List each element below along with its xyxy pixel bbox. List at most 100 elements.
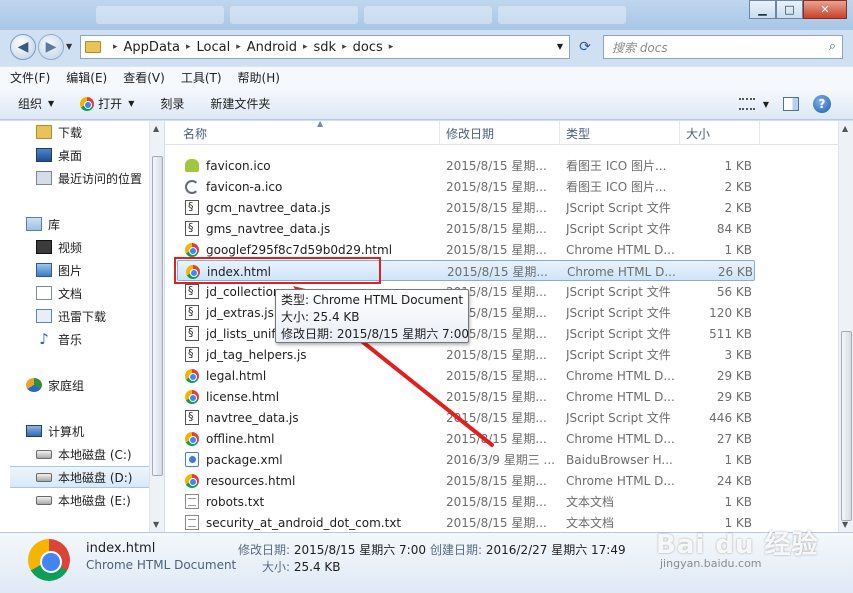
menu-item[interactable]: 文件(F) — [10, 69, 50, 86]
back-button[interactable]: ◀ — [10, 34, 36, 60]
nav-item[interactable]: 下载 — [36, 121, 82, 143]
view-options-icon[interactable] — [738, 98, 755, 110]
download-icon — [36, 309, 52, 323]
file-date: 2015/8/15 星期... — [446, 201, 547, 215]
file-size: 56 KB — [716, 284, 752, 299]
file-name-cell: legal.html — [185, 365, 440, 386]
breadcrumb-separator-icon[interactable]: ▸ — [236, 42, 241, 52]
organize-button[interactable]: 组织 ▼ — [18, 95, 54, 112]
preview-pane-icon[interactable] — [783, 97, 799, 111]
nav-item-label: 最近访问的位置 — [58, 171, 143, 186]
nav-item[interactable]: 图片 — [36, 259, 82, 281]
file-row[interactable]: resources.html 2015/8/15 星期... Chrome HTML… — [177, 470, 755, 491]
search-input[interactable]: 搜索 docs ⌕ — [603, 35, 843, 59]
nav-item-label: 视频 — [58, 240, 83, 255]
breadcrumb-item[interactable]: docs — [353, 40, 383, 55]
file-row[interactable]: gms_navtree_data.js 2015/8/15 星期... JScrip… — [177, 218, 755, 239]
file-row[interactable]: legal.html 2015/8/15 星期... Chrome HTML D..… — [177, 365, 755, 386]
details-created: 创建日期: 2016/2/27 星期六 17:49 — [430, 541, 626, 558]
file-row[interactable]: favicon.ico 2015/8/15 星期... 看图王 ICO 图片... 1… — [177, 155, 755, 176]
forward-button[interactable]: ▶ — [38, 34, 64, 60]
breadcrumb-item[interactable]: Android — [247, 40, 297, 55]
maximize-button[interactable]: □ — [776, 0, 803, 19]
breadcrumb-item[interactable]: Local — [197, 40, 231, 55]
breadcrumb-separator-icon[interactable]: ▸ — [303, 42, 308, 52]
scroll-down-icon[interactable]: ▼ — [842, 520, 848, 529]
column-size[interactable]: 大小 — [680, 121, 760, 145]
nav-item[interactable]: 最近访问的位置 — [36, 167, 142, 189]
scroll-up-icon[interactable]: ▲ — [842, 124, 848, 133]
android-file-icon — [185, 159, 199, 172]
scroll-down-icon[interactable]: ▼ — [153, 520, 159, 529]
folder-icon — [85, 41, 101, 53]
address-bar[interactable]: ▸ AppData ▸ Local ▸ Android ▸ sdk ▸ docs ▸ ▼ — [80, 35, 570, 59]
help-icon[interactable]: ? — [813, 95, 831, 113]
refresh-button[interactable]: ⟳ — [572, 35, 598, 59]
breadcrumb-separator-icon[interactable]: ▸ — [113, 42, 118, 52]
file-row[interactable]: navtree_data.js 2015/8/15 星期... JScript Sc… — [177, 407, 755, 428]
menu-item[interactable]: 帮助(H) — [238, 69, 280, 86]
nav-scroll-thumb[interactable] — [152, 156, 163, 476]
minimize-button[interactable]: ▁ — [749, 0, 776, 19]
close-button[interactable]: ✕ — [803, 0, 847, 19]
scroll-up-icon[interactable]: ▲ — [153, 124, 159, 133]
nav-item[interactable]: ♪ 音乐 — [36, 328, 82, 350]
nav-item[interactable]: 桌面 — [36, 144, 82, 166]
nav-item[interactable]: 文档 — [36, 282, 82, 304]
file-row[interactable]: license.html 2015/8/15 星期... Chrome HTML D… — [177, 386, 755, 407]
file-name-cell: navtree_data.js — [185, 407, 440, 428]
breadcrumb-separator-icon[interactable]: ▸ — [389, 42, 394, 52]
file-type: Chrome HTML D... — [566, 431, 675, 446]
file-row[interactable]: gcm_navtree_data.js 2015/8/15 星期... JScrip… — [177, 197, 755, 218]
nav-item-label: 家庭组 — [48, 378, 85, 393]
open-button[interactable]: 打开 ▼ — [80, 95, 134, 112]
command-toolbar: 组织 ▼ 打开 ▼ 刻录 新建文件夹 ▼ ? — [0, 88, 853, 120]
burn-button[interactable]: 刻录 — [160, 95, 184, 112]
breadcrumb-separator-icon[interactable]: ▸ — [342, 42, 347, 52]
new-folder-button[interactable]: 新建文件夹 — [210, 95, 270, 112]
recent-pages-dropdown[interactable]: ▼ — [66, 42, 72, 51]
search-icon[interactable]: ⌕ — [829, 39, 836, 54]
breadcrumb-item[interactable]: AppData — [124, 40, 180, 55]
nav-scrollbar[interactable]: ▲ ▼ — [149, 121, 164, 532]
file-name-cell: gms_navtree_data.js — [185, 218, 440, 239]
address-dropdown-icon[interactable]: ▼ — [557, 42, 563, 51]
nav-item-label: 计算机 — [48, 424, 85, 439]
chrome-file-icon — [185, 389, 199, 404]
file-type: Chrome HTML D... — [566, 242, 675, 257]
file-scroll-thumb[interactable] — [841, 331, 852, 521]
file-size: 1 KB — [724, 452, 752, 467]
nav-item[interactable]: 本地磁盘 (C:) — [36, 443, 132, 465]
chrome-file-icon — [185, 431, 199, 446]
nav-item[interactable]: 家庭组 — [26, 374, 84, 396]
file-name: jd_lists_unifi — [206, 326, 279, 341]
file-row[interactable]: jd_tag_helpers.js 2015/8/15 星期... JScript … — [177, 344, 755, 365]
menu-item[interactable]: 工具(T) — [181, 69, 222, 86]
file-row[interactable]: favicon-a.ico 2015/8/15 星期... 看图王 ICO 图片..… — [177, 176, 755, 197]
nav-item[interactable]: 视频 — [36, 236, 82, 258]
nav-item[interactable]: 库 — [26, 213, 60, 235]
file-row[interactable]: offline.html 2015/8/15 星期... Chrome HTML D… — [177, 428, 755, 449]
file-size: 26 KB — [717, 264, 753, 279]
column-name[interactable]: 名称 ▲ — [177, 121, 440, 145]
nav-item-label: 迅雷下载 — [58, 309, 107, 324]
tooltip-type: 类型: Chrome HTML Document — [281, 293, 464, 307]
details-size: 大小: 25.4 KB — [262, 558, 341, 575]
column-type[interactable]: 类型 — [560, 121, 680, 145]
column-type-label: 类型 — [566, 126, 591, 141]
nav-item[interactable]: 计算机 — [26, 420, 84, 442]
view-dropdown-icon[interactable]: ▼ — [763, 100, 769, 109]
nav-item[interactable]: 迅雷下载 — [36, 305, 106, 327]
video-icon — [36, 240, 52, 254]
nav-item[interactable]: 本地磁盘 (E:) — [36, 489, 131, 511]
file-row[interactable]: robots.txt 2015/8/15 星期... 文本文档 1 KB — [177, 491, 755, 512]
menu-item[interactable]: 查看(V) — [123, 69, 165, 86]
file-date: 2015/8/15 星期... — [446, 495, 547, 509]
file-scrollbar[interactable]: ▲ ▼ — [838, 121, 853, 532]
breadcrumb-item[interactable]: sdk — [314, 40, 337, 55]
menu-item[interactable]: 编辑(E) — [66, 69, 107, 86]
nav-item[interactable]: 本地磁盘 (D:) — [10, 466, 154, 488]
file-row[interactable]: package.xml 2016/3/9 星期三 ... BaiduBrowser … — [177, 449, 755, 470]
column-date[interactable]: 修改日期 — [440, 121, 560, 145]
breadcrumb-separator-icon[interactable]: ▸ — [186, 42, 191, 52]
